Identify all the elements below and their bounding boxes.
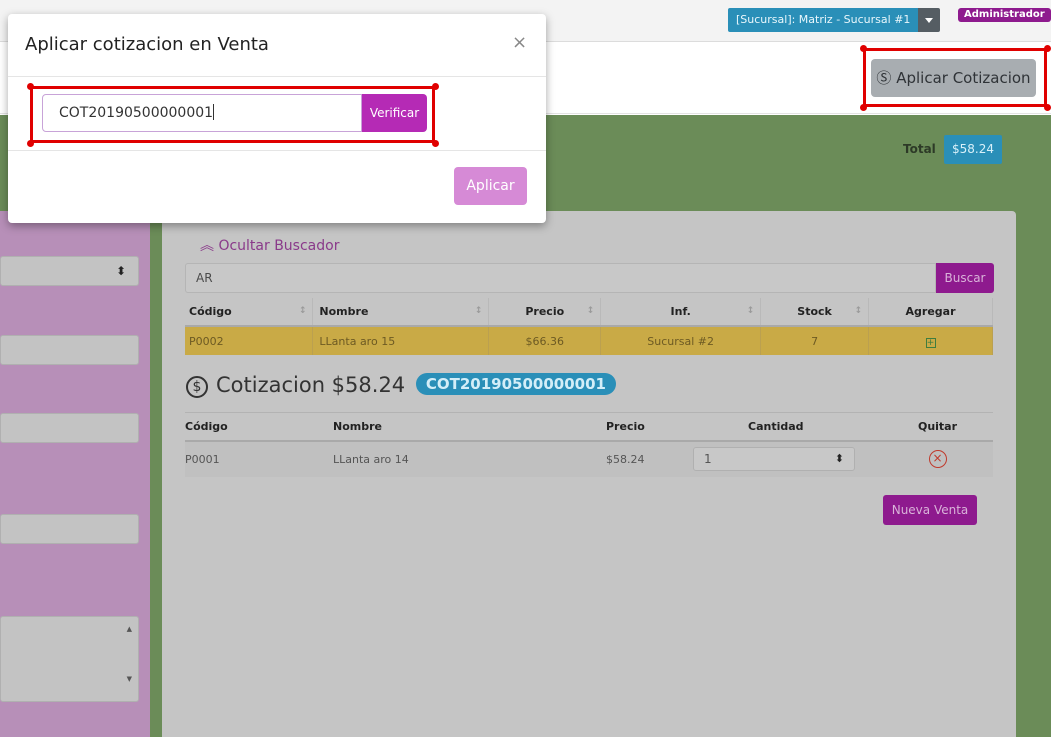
apply-button[interactable]: Aplicar [454, 167, 527, 205]
highlight-handle [432, 83, 439, 90]
modal-footer: Aplicar [8, 152, 546, 223]
highlight-handle [27, 83, 34, 90]
modal-header: Aplicar cotizacion en Venta × [8, 14, 546, 77]
highlight-box-code-input [30, 86, 435, 143]
modal-title: Aplicar cotizacion en Venta [25, 34, 269, 55]
highlight-handle [432, 140, 439, 147]
close-icon[interactable]: × [512, 33, 527, 53]
highlight-handle [27, 140, 34, 147]
